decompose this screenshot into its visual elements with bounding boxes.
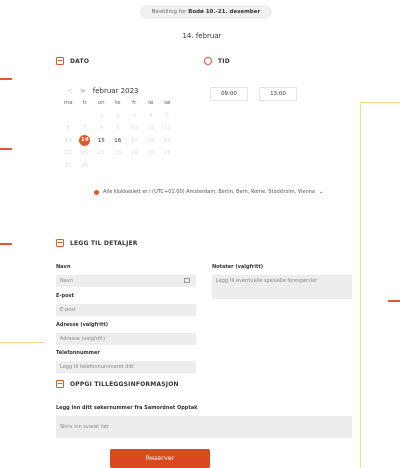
weekday-label: fr (132, 100, 137, 107)
bg-dash-2 (0, 148, 12, 150)
bg-dash-4 (388, 300, 400, 302)
booking-card: Bestilling for Bodø 10.-21. desember 14.… (44, 0, 360, 468)
weekday-label: ma (63, 100, 73, 107)
address-label: Adresse (valgfritt) (56, 322, 109, 328)
bg-dash-1 (0, 78, 12, 80)
extra-answer-field[interactable]: Skriv inn svaret her (56, 416, 352, 438)
email-field[interactable]: E-post (56, 304, 196, 316)
calendar-day-disabled: 25 (147, 150, 155, 157)
time-section-title: TID (218, 57, 230, 65)
calendar-day-disabled: 6 (66, 125, 71, 132)
weekday-label: on (97, 100, 105, 107)
next-month-arrow[interactable]: > (80, 87, 86, 95)
phone-field[interactable]: Legg til telefonnummeret ditt (56, 361, 196, 373)
details-section-title: LEGG TIL DETALJER (70, 239, 138, 247)
time-section-header: TID (204, 57, 230, 65)
calendar-grid: ma ti on to fr lø sø 1 2 3 4 5 6 7 8 9 10 11 12 13 14… (60, 97, 176, 172)
selected-date-title: 14. februar (182, 32, 222, 40)
calendar-day-available[interactable]: 15 (93, 138, 110, 144)
calendar-day-disabled: 23 (114, 150, 122, 157)
weekday-label: to (114, 100, 121, 107)
calendar-day-available[interactable]: 16 (110, 138, 127, 144)
extra-section-title: OPPGI TILLEGGSINFORMASJON (70, 380, 179, 388)
notes-field[interactable]: Legg til eventuelle spesielle forespørsl… (212, 275, 352, 299)
weekday-label: sø (164, 100, 171, 107)
bg-line-mid (0, 342, 44, 343)
email-label: E-post (56, 293, 74, 299)
date-section-title: DATO (70, 57, 90, 65)
timezone-text: Alle klokkeslett er i (UTC+01:00) Amster… (103, 189, 315, 195)
weekday-header-row: ma ti on to fr lø sø (60, 97, 176, 110)
extra-question-label: Legg inn ditt søkernummer fra Samordnet … (56, 405, 198, 411)
calendar-day-disabled: 21 (81, 150, 89, 157)
globe-icon (94, 189, 99, 195)
chevron-down-icon: ⌄ (319, 189, 324, 195)
extra-section-header: OPPGI TILLEGGSINFORMASJON (56, 380, 179, 388)
calendar-day-disabled: 18 (147, 137, 155, 144)
pill-event-name: Bodø 10.-21. desember (188, 9, 261, 15)
pill-prefix: Bestilling for (151, 9, 187, 15)
calendar-day-disabled: 19 (163, 137, 171, 144)
time-slot-1300[interactable]: 13:00 (259, 87, 297, 101)
calendar-day-selected[interactable]: 14 (77, 135, 94, 147)
phone-label: Telefonnummer (56, 350, 100, 356)
info-form-icon (56, 380, 64, 388)
notes-label: Notater (valgfritt) (212, 264, 264, 270)
calendar-week-row: 13 14 15 16 17 18 19 (60, 135, 176, 148)
calendar-day-disabled: 24 (130, 150, 138, 157)
booking-pill: Bestilling for Bodø 10.-21. desember (140, 5, 272, 19)
calendar-day-disabled: 7 (83, 125, 87, 132)
calendar-day-disabled: 9 (116, 125, 120, 132)
calendar-day-disabled: 22 (97, 150, 105, 157)
timezone-selector[interactable]: Alle klokkeslett er i (UTC+01:00) Amster… (94, 189, 323, 195)
calendar-day-disabled: 8 (99, 125, 104, 132)
weekday-label: lø (148, 100, 154, 107)
name-field[interactable]: Navn (56, 275, 196, 287)
address-field[interactable]: Adresse (valgfritt) (56, 333, 196, 345)
selected-day-number: 14 (79, 135, 91, 147)
date-section-header: DATO (56, 57, 89, 65)
reserve-button[interactable]: Reserver (110, 449, 210, 468)
form-icon (56, 239, 64, 247)
name-label: Navn (56, 264, 71, 270)
calendar-week-row: 20 21 22 23 24 25 26 (60, 147, 176, 160)
calendar-day-disabled: 26 (163, 150, 171, 157)
time-slot-0900[interactable]: 09:00 (210, 87, 248, 101)
month-label: februar 2023 (92, 87, 139, 95)
calendar-day-disabled: 4 (149, 112, 153, 119)
calendar-day-disabled: 10 (130, 125, 138, 132)
contact-card-icon (184, 278, 190, 283)
calendar-day-disabled: 13 (64, 137, 72, 144)
calendar-day-disabled: 12 (163, 125, 171, 132)
calendar-day-disabled: 3 (132, 112, 137, 119)
calendar-icon (56, 57, 64, 65)
calendar-week-row: 6 7 8 9 10 11 12 (60, 122, 176, 135)
calendar-weeks: 1 2 3 4 5 6 7 8 9 10 11 12 13 14 15 16 17 18 19 20 21 22 23 24 2… (60, 110, 176, 173)
calendar-day-disabled: 11 (147, 125, 155, 132)
calendar-day-disabled: 5 (165, 112, 170, 119)
details-section-header: LEGG TIL DETALJER (56, 239, 138, 247)
calendar-day-disabled: 20 (64, 150, 72, 157)
calendar-day-disabled: 27 (64, 162, 72, 169)
calendar-week-row: 27 28 (60, 160, 176, 173)
calendar-day-disabled: 17 (130, 137, 138, 144)
bg-line-top-right (360, 102, 400, 103)
calendar-week-row: 1 2 3 4 5 (60, 110, 176, 123)
prev-month-arrow[interactable]: < (67, 87, 73, 95)
weekday-label: ti (82, 100, 87, 107)
clock-icon (204, 57, 212, 65)
bg-dash-3 (0, 243, 12, 245)
calendar-day-disabled: 1 (99, 112, 104, 119)
calendar-day-disabled: 2 (116, 112, 120, 119)
bg-line-right (360, 102, 361, 468)
calendar-day-disabled: 28 (81, 162, 89, 169)
month-nav: < > februar 2023 (67, 87, 139, 95)
